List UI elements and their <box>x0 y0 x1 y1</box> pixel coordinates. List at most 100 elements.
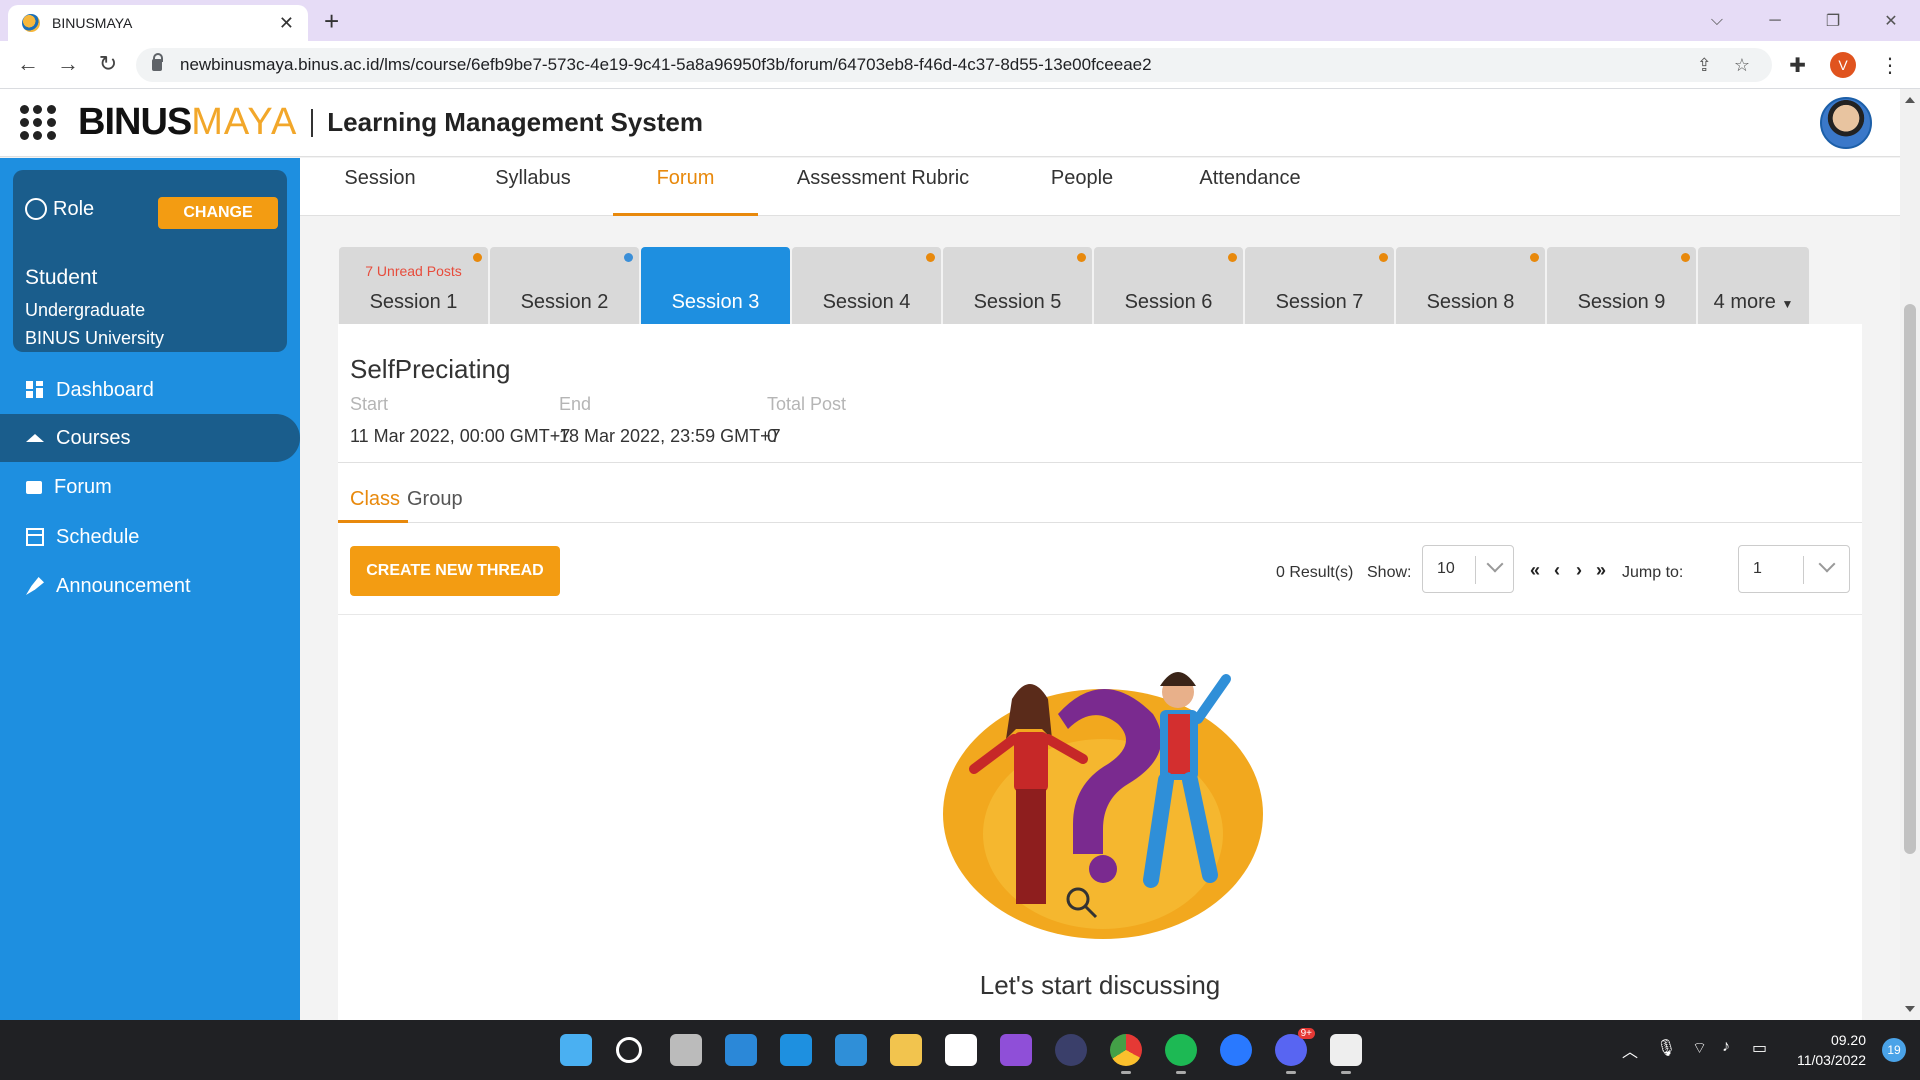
apps-grid-icon[interactable] <box>20 104 56 141</box>
bookmark-star-icon[interactable]: ☆ <box>1734 55 1750 76</box>
session-tab-4[interactable]: Session 4 <box>792 247 941 324</box>
url-text[interactable]: newbinusmaya.binus.ac.id/lms/course/6efb… <box>180 55 1697 75</box>
tab-attendance[interactable]: Attendance <box>1190 158 1310 216</box>
session-tab-9[interactable]: Session 9 <box>1547 247 1696 324</box>
app-l-icon[interactable] <box>780 1034 812 1066</box>
session-tab-1[interactable]: 7 Unread Posts Session 1 <box>339 247 488 324</box>
subtab-class[interactable]: Class <box>350 488 400 511</box>
page-scrollbar[interactable] <box>1900 89 1920 1020</box>
change-role-button[interactable]: CHANGE <box>158 197 278 229</box>
session-tab-label: Session 2 <box>520 291 609 313</box>
user-avatar[interactable] <box>1820 97 1872 149</box>
sidebar-item-schedule[interactable]: Schedule <box>0 513 300 561</box>
jump-to-value: 1 <box>1753 560 1762 577</box>
discussion-illustration <box>943 672 1263 939</box>
forward-icon[interactable]: → <box>54 51 82 77</box>
role-level: Undergraduate <box>25 300 146 320</box>
session-tab-5[interactable]: Session 5 <box>943 247 1092 324</box>
sidebar-item-label: Announcement <box>56 574 191 597</box>
sidebar-item-forum[interactable]: Forum <box>0 463 300 511</box>
role-card: Role CHANGE Student Undergraduate BINUS … <box>13 170 287 352</box>
course-nav: Session Syllabus Forum Assessment Rubric… <box>300 158 1900 216</box>
extensions-icon[interactable]: ✚ <box>1789 53 1806 78</box>
session-tab-8[interactable]: Session 8 <box>1396 247 1545 324</box>
tab-search-icon[interactable]: ⌵ <box>1688 12 1746 30</box>
notion-icon[interactable] <box>945 1034 977 1066</box>
mail-icon[interactable] <box>725 1034 757 1066</box>
eclipse-icon[interactable] <box>1055 1034 1087 1066</box>
vscode-icon[interactable] <box>835 1034 867 1066</box>
prev-page-button[interactable]: ‹ <box>1554 560 1560 581</box>
chat-badge: 9+ <box>1297 1028 1315 1039</box>
app-header: BINUSMAYA Learning Management System <box>0 89 1900 157</box>
session-tab-label: Session 5 <box>973 291 1062 313</box>
tab-session[interactable]: Session <box>334 158 426 216</box>
subtab-group[interactable]: Group <box>407 488 463 511</box>
system-clock[interactable]: 09.20 11/03/2022 <box>1797 1030 1866 1070</box>
close-window-icon[interactable]: ✕ <box>1862 11 1920 31</box>
start-label: Start <box>350 394 389 414</box>
visual-studio-icon[interactable] <box>1000 1034 1032 1066</box>
tab-people[interactable]: People <box>1042 158 1122 216</box>
share-icon[interactable]: ⇪ <box>1697 55 1712 76</box>
next-page-button[interactable]: › <box>1576 560 1582 581</box>
select-separator <box>1475 556 1476 584</box>
browser-extras: ✚ V ⋮ <box>1789 52 1900 78</box>
app-circle-icon[interactable] <box>1220 1034 1252 1066</box>
scroll-down-icon[interactable] <box>1905 1006 1915 1012</box>
sidebar: Role CHANGE Student Undergraduate BINUS … <box>0 158 300 1020</box>
browser-menu-icon[interactable]: ⋮ <box>1880 53 1900 78</box>
reload-icon[interactable]: ↻ <box>94 51 122 77</box>
binusmaya-logo[interactable]: BINUSMAYA <box>78 101 297 144</box>
tab-syllabus[interactable]: Syllabus <box>490 158 576 216</box>
tab-close-icon[interactable]: ✕ <box>279 13 294 34</box>
tab-assessment-rubric[interactable]: Assessment Rubric <box>793 158 973 216</box>
restore-icon[interactable]: ❐ <box>1804 11 1862 31</box>
tab-forum[interactable]: Forum <box>613 158 758 216</box>
new-tab-button[interactable]: + <box>324 6 339 37</box>
session-tab-3[interactable]: Session 3 <box>641 247 790 324</box>
chevron-down-icon <box>1818 555 1836 573</box>
discord-icon[interactable]: 9+ <box>1275 1028 1315 1074</box>
more-sessions-dropdown[interactable]: 4 more ▼ <box>1698 247 1809 324</box>
chrome-icon[interactable] <box>1110 1034 1142 1074</box>
sidebar-item-label: Forum <box>54 475 112 498</box>
notification-badge[interactable]: 19 <box>1882 1038 1906 1062</box>
session-tab-6[interactable]: Session 6 <box>1094 247 1243 324</box>
session-tab-label: Session 6 <box>1124 291 1213 313</box>
page-size-select[interactable]: 10 <box>1422 545 1514 593</box>
sidebar-item-courses[interactable]: Courses <box>0 414 300 462</box>
sidebar-item-dashboard[interactable]: Dashboard <box>0 366 300 414</box>
task-view-icon[interactable] <box>670 1034 702 1066</box>
last-page-button[interactable]: » <box>1596 560 1606 581</box>
first-page-button[interactable]: « <box>1530 560 1540 581</box>
browser-tab[interactable]: BINUSMAYA ✕ <box>8 5 308 41</box>
results-count: 0 Result(s) <box>1276 564 1354 581</box>
subtab-underline <box>338 520 408 523</box>
sidebar-item-announcement[interactable]: Announcement <box>0 562 300 610</box>
scroll-up-icon[interactable] <box>1905 97 1915 103</box>
wifi-icon[interactable]: ⌔ <box>1692 1038 1707 1058</box>
jump-to-select[interactable]: 1 <box>1738 545 1850 593</box>
volume-icon[interactable]: ♪ <box>1722 1038 1730 1056</box>
profile-avatar[interactable]: V <box>1830 52 1856 78</box>
session-tab-7[interactable]: Session 7 <box>1245 247 1394 324</box>
back-icon[interactable]: ← <box>14 51 42 77</box>
session-tab-2[interactable]: Session 2 <box>490 247 639 324</box>
scroll-thumb[interactable] <box>1904 304 1916 854</box>
snipping-tool-icon[interactable] <box>1330 1034 1362 1074</box>
file-explorer-icon[interactable] <box>890 1034 922 1066</box>
minimize-icon[interactable]: ─ <box>1746 12 1804 30</box>
caret-down-icon: ▼ <box>1781 297 1794 311</box>
clock-date: 11/03/2022 <box>1796 1052 1866 1068</box>
microphone-icon[interactable]: 🎙 <box>1656 1038 1676 1058</box>
start-menu-icon[interactable] <box>560 1034 592 1066</box>
tray-overflow-icon[interactable]: ︿ <box>1622 1038 1638 1062</box>
create-new-thread-button[interactable]: CREATE NEW THREAD <box>350 546 560 596</box>
url-omnibox[interactable]: newbinusmaya.binus.ac.id/lms/course/6efb… <box>136 48 1772 82</box>
search-icon[interactable] <box>616 1037 642 1063</box>
battery-icon[interactable]: ▭ <box>1752 1038 1767 1058</box>
session-tab-label: Session 3 <box>671 291 760 313</box>
role-label: Role <box>53 198 95 220</box>
spotify-icon[interactable] <box>1165 1034 1197 1074</box>
